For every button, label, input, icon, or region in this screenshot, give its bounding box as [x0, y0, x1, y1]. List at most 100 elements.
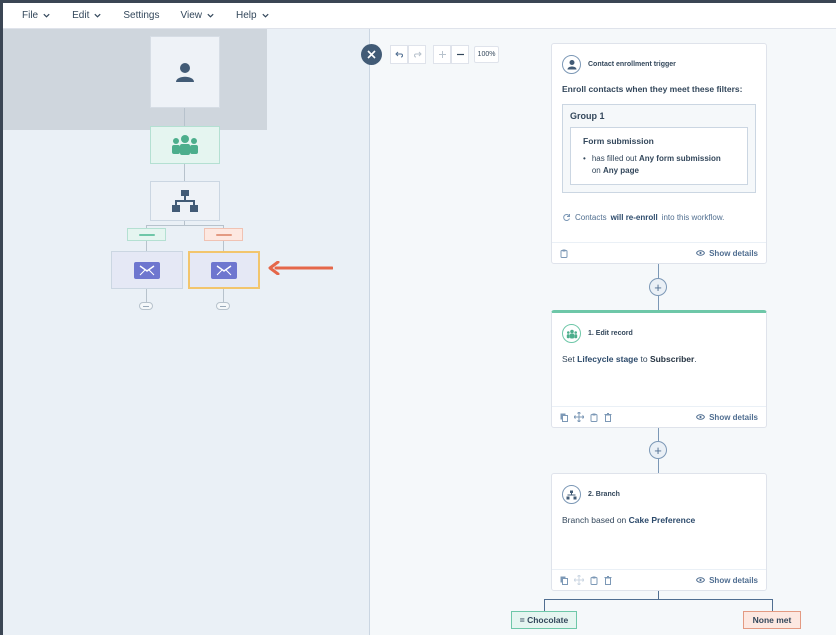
menu-edit[interactable]: Edit	[72, 10, 102, 21]
filter-group[interactable]: Group 1 Form submission • has filled out…	[562, 103, 756, 193]
contact-icon	[562, 55, 581, 74]
reenroll-link[interactable]: will re-enroll	[611, 213, 658, 222]
close-icon	[367, 50, 376, 59]
add-action-button[interactable]: +	[649, 441, 667, 459]
minimap-connector	[184, 164, 185, 181]
trigger-heading: Enroll contacts when they meet these fil…	[562, 84, 743, 94]
menu-settings-label: Settings	[123, 10, 160, 21]
minimap-edit-node[interactable]	[150, 126, 220, 164]
show-details-label: Show details	[709, 412, 758, 422]
eye-icon	[696, 414, 706, 420]
copy-icon[interactable]	[560, 576, 568, 585]
menu-file-label: File	[22, 10, 39, 21]
card-header: 2. Branch	[552, 474, 766, 504]
chevron-down-icon	[43, 13, 50, 18]
minimap-connector	[223, 289, 224, 302]
card-title: 2. Branch	[588, 491, 620, 498]
minimap-branch-label-none-met	[204, 228, 243, 241]
flow-connector	[658, 459, 659, 473]
flow-connector	[658, 264, 659, 278]
move-icon[interactable]	[574, 575, 584, 585]
clipboard-icon[interactable]	[590, 576, 598, 585]
chevron-down-icon	[207, 13, 214, 18]
trash-icon[interactable]	[604, 575, 612, 585]
zoom-out-button[interactable]	[451, 45, 469, 64]
move-icon[interactable]	[574, 412, 584, 422]
text-prefix: Branch based on	[562, 515, 627, 525]
close-button[interactable]	[361, 44, 382, 65]
menu-settings[interactable]: Settings	[123, 10, 159, 21]
card-actions	[560, 412, 612, 422]
branch-icon	[562, 485, 581, 504]
workflow-editor-window: File Edit Settings View Help 100% Contac…	[3, 3, 836, 635]
enrollment-trigger-card[interactable]: Contact enrollment trigger Enroll contac…	[551, 43, 767, 264]
flow-connector	[658, 428, 659, 441]
filter-title: Form submission	[583, 135, 654, 146]
add-action-button[interactable]: +	[649, 278, 667, 296]
filter-prefix: has filled out	[591, 153, 637, 163]
branch-icon	[172, 190, 198, 212]
edit-record-description: Set Lifecycle stage to Subscriber.	[552, 343, 766, 366]
branch-color-bar	[215, 233, 232, 236]
copy-icon[interactable]	[560, 413, 568, 422]
show-details-button[interactable]: Show details	[696, 576, 758, 585]
trash-icon[interactable]	[604, 412, 612, 422]
card-footer: Show details	[552, 569, 766, 590]
text-mid: to	[640, 354, 648, 364]
show-details-button[interactable]: Show details	[696, 413, 758, 422]
minimap-end-node	[139, 302, 153, 310]
reenroll-suffix: into this workflow.	[661, 212, 725, 222]
undo-button[interactable]	[390, 45, 408, 64]
property-value: Subscriber	[649, 354, 695, 364]
plus-icon: +	[654, 279, 662, 295]
flow-connector	[658, 296, 659, 310]
minimap-email-node[interactable]	[111, 251, 183, 289]
minimap-connector	[146, 289, 147, 302]
workflow-minimap[interactable]	[3, 29, 370, 635]
reenroll-notice: Contacts will re-enroll into this workfl…	[552, 193, 766, 222]
zoom-level[interactable]: 100%	[474, 46, 499, 63]
text-end: .	[694, 354, 697, 364]
branch-tag-chocolate[interactable]: = Chocolate	[511, 611, 577, 629]
undo-icon	[394, 51, 403, 58]
menu-view[interactable]: View	[181, 10, 216, 21]
clipboard-icon[interactable]	[590, 413, 598, 422]
minimap-end-node	[216, 302, 230, 310]
zoom-in-button[interactable]	[433, 45, 451, 64]
email-icon	[134, 261, 160, 279]
card-actions	[560, 249, 568, 258]
email-icon	[211, 261, 237, 279]
branch-card[interactable]: 2. Branch Branch based on Cake Preferenc…	[551, 473, 767, 591]
card-footer: Show details	[552, 242, 766, 263]
flow-connector	[658, 591, 659, 599]
filter-item[interactable]: Form submission • has filled out Any for…	[570, 126, 748, 185]
property-name: Cake Preference	[628, 515, 696, 525]
show-details-button[interactable]: Show details	[696, 249, 758, 258]
edit-record-card[interactable]: 1. Edit record Set Lifecycle stage to Su…	[551, 310, 767, 428]
branch-tag-none-met[interactable]: None met	[743, 611, 801, 629]
chevron-down-icon	[261, 13, 269, 18]
redo-button[interactable]	[408, 45, 426, 64]
branch-connector	[544, 599, 773, 600]
show-details-label: Show details	[709, 248, 758, 258]
menu-view-label: View	[180, 10, 203, 21]
minimap-email-node-selected[interactable]	[188, 251, 260, 289]
menu-help-label: Help	[236, 10, 257, 21]
minimap-branch-node[interactable]	[150, 181, 220, 221]
filter-on: on	[591, 166, 601, 176]
menu-file[interactable]: File	[22, 10, 51, 21]
show-details-label: Show details	[709, 575, 758, 585]
group-people-icon	[172, 135, 198, 155]
minimap-viewport[interactable]	[3, 29, 267, 130]
card-title: Contact enrollment trigger	[588, 61, 676, 68]
reenroll-prefix: Contacts	[575, 212, 607, 222]
branch-description: Branch based on Cake Preference	[552, 504, 766, 527]
menu-help[interactable]: Help	[236, 10, 270, 21]
filter-value: Any form submission	[638, 153, 721, 163]
clipboard-icon[interactable]	[560, 249, 568, 258]
eye-icon	[696, 577, 706, 583]
arrow-pointer-icon	[268, 261, 333, 275]
menu-bar: File Edit Settings View Help	[3, 3, 836, 29]
plus-icon	[438, 51, 446, 58]
minimap-trigger-node[interactable]	[150, 36, 220, 108]
